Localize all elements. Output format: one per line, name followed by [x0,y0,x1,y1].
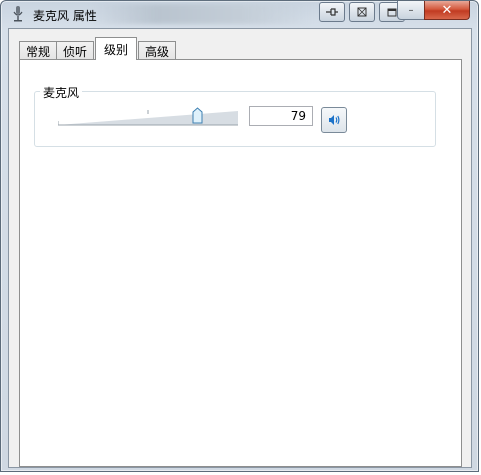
pin-icon [326,8,338,16]
tab-levels[interactable]: 级别 [95,37,138,60]
microphone-volume-slider[interactable] [58,104,238,128]
close-icon: ✕ [441,2,453,18]
restore-icon [387,8,397,17]
tab-general-label: 常规 [26,44,51,59]
properties-window: 麦克风 属性 – ✕ 常规 侦听 级别 高级 麦克风 79 [0,0,479,472]
tab-strip: 常规 侦听 级别 高级 [19,37,177,60]
tab-advanced[interactable]: 高级 [138,41,177,60]
minimize-icon: – [408,4,414,16]
close-button[interactable]: ✕ [424,1,470,20]
volume-value-field[interactable]: 79 [249,106,313,126]
tab-general[interactable]: 常规 [19,41,58,60]
minimize-button[interactable]: – [397,1,425,20]
microphone-app-icon [13,6,23,22]
microphone-group-label: 麦克风 [40,84,83,101]
speaker-icon [329,115,340,125]
title-bar-background [91,4,311,24]
tab-levels-label: 级别 [104,42,129,57]
tab-advanced-label: 高级 [145,44,170,59]
slider-thumb[interactable] [192,107,203,125]
dialog-client-area: 常规 侦听 级别 高级 麦克风 79 [8,28,472,468]
resize-button[interactable] [349,2,375,22]
pin-button[interactable] [319,2,345,22]
caption-buttons: – ✕ [397,1,470,21]
tab-listen-label: 侦听 [63,44,88,59]
tab-listen[interactable]: 侦听 [56,41,95,60]
resize-icon [357,7,367,17]
slider-track [58,110,238,126]
window-title: 麦克风 属性 [33,9,97,23]
mute-toggle-button[interactable] [321,107,347,133]
levels-tab-panel: 麦克风 79 [19,59,462,467]
title-extra-buttons [319,2,405,22]
